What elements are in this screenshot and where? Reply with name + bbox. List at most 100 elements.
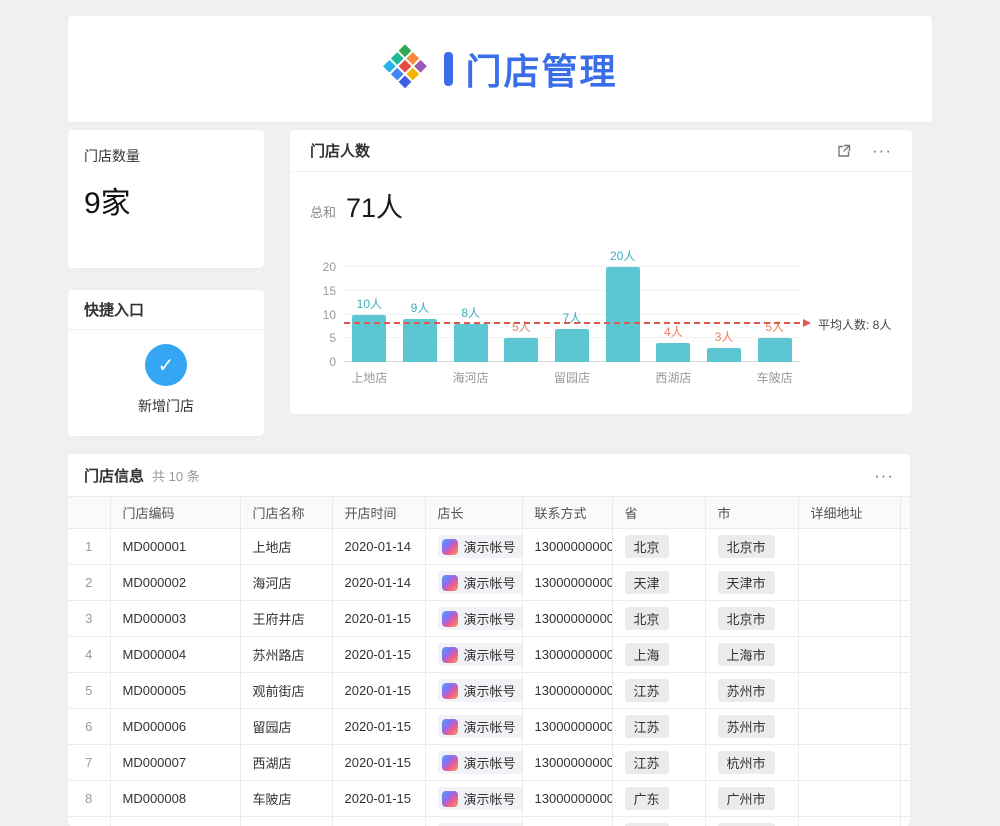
manager-cell: 演示帐号 [425,745,522,781]
city-badge-cell: 广州市 [705,781,798,817]
manager-cell: 演示帐号 [425,673,522,709]
manager-chip[interactable]: 演示帐号 [438,607,523,630]
x-axis-label: 车陂店 [737,369,812,386]
bar[interactable] [504,338,538,362]
open-date: 2020-01-14 [332,565,425,601]
x-axis-label: 上地店 [332,369,407,386]
open-date: 2020-01-15 [332,601,425,637]
check-badge-icon[interactable]: ✓ [145,344,187,386]
table-more-icon[interactable]: ··· [874,467,894,484]
y-axis-tick: 0 [312,356,336,368]
column-header[interactable]: 开店时间 [332,497,425,529]
manager-chip[interactable]: 演示帐号 [438,535,523,558]
phone: 13000000000 [522,529,612,565]
province-badge: 北京 [625,607,669,630]
average-line-label: 平均人数: 8人 [818,316,891,333]
column-header[interactable]: 联系方式 [522,497,612,529]
manager-cell: 演示帐号 [425,565,522,601]
row-sliver [900,601,910,637]
bar[interactable] [555,329,589,362]
address [798,601,900,637]
bar[interactable] [758,338,792,362]
store-code: MD000001 [110,529,240,565]
column-header[interactable]: 门店编码 [110,497,240,529]
sum-value: 71人 [346,186,403,225]
table-row[interactable]: 6MD000006留园店2020-01-15演示帐号13000000000江苏苏… [68,709,910,745]
province-badge-cell: 广东 [612,781,705,817]
manager-name: 演示帐号 [464,753,516,772]
column-header[interactable]: 市 [705,497,798,529]
column-header[interactable]: 省 [612,497,705,529]
average-line-arrow-icon [803,319,811,327]
column-header[interactable]: 店长 [425,497,522,529]
open-date: 2020-01-15 [332,745,425,781]
province-badge-cell: 江苏 [612,709,705,745]
store-code: MD000002 [110,565,240,601]
city-badge-cell: 杭州市 [705,745,798,781]
address [798,565,900,601]
store-code: MD000008 [110,781,240,817]
row-sliver [900,709,910,745]
table-row[interactable]: 1MD000001上地店2020-01-14演示帐号13000000000北京北… [68,529,910,565]
more-icon[interactable]: ··· [872,142,892,159]
bar[interactable] [656,343,690,362]
province-badge: 上海 [625,643,669,666]
manager-chip[interactable]: 演示帐号 [438,571,523,594]
phone: 13000000000 [522,781,612,817]
table-row[interactable]: 9MD000009前埔店2020-01-15演示帐号13000000000福建厦… [68,817,910,826]
row-sliver [900,637,910,673]
store-code: MD000009 [110,817,240,826]
store-name: 海河店 [240,565,332,601]
manager-name: 演示帐号 [464,573,516,592]
table-row[interactable]: 4MD000004苏州路店2020-01-15演示帐号13000000000上海… [68,637,910,673]
table-row[interactable]: 3MD000003王府井店2020-01-15演示帐号13000000000北京… [68,601,910,637]
table-row[interactable]: 7MD000007西湖店2020-01-15演示帐号13000000000江苏杭… [68,745,910,781]
sum-label: 总和 [310,202,336,221]
province-badge: 天津 [625,571,669,594]
bar[interactable] [606,267,640,362]
row-number: 6 [68,709,110,745]
add-store-shortcut[interactable]: ✓ 新增门店 [68,330,264,416]
province-badge: 江苏 [625,751,669,774]
province-badge: 江苏 [625,715,669,738]
manager-chip[interactable]: 演示帐号 [438,643,523,666]
manager-cell: 演示帐号 [425,781,522,817]
column-header[interactable]: 详细地址 [798,497,900,529]
row-number: 9 [68,817,110,826]
store-name: 留园店 [240,709,332,745]
row-number-header [68,497,110,529]
manager-chip[interactable]: 演示帐号 [438,679,523,702]
avatar [442,683,458,699]
bar[interactable] [707,348,741,362]
bar-value-label: 5人 [739,318,810,335]
x-axis-label: 海河店 [433,369,508,386]
store-code: MD000003 [110,601,240,637]
y-axis-tick: 20 [312,261,336,273]
title-accent-bar [444,52,453,86]
row-number: 1 [68,529,110,565]
manager-chip[interactable]: 演示帐号 [438,751,523,774]
export-icon[interactable] [836,143,852,159]
city-badge-cell: 厦门市 [705,817,798,826]
bar[interactable] [454,324,488,362]
city-badge-cell: 天津市 [705,565,798,601]
table-row[interactable]: 2MD000002海河店2020-01-14演示帐号13000000000天津天… [68,565,910,601]
row-sliver [900,673,910,709]
city-badge-cell: 苏州市 [705,709,798,745]
y-axis-tick: 10 [312,309,336,321]
manager-name: 演示帐号 [464,789,516,808]
table-row[interactable]: 8MD000008车陂店2020-01-15演示帐号13000000000广东广… [68,781,910,817]
column-header[interactable]: 门店名称 [240,497,332,529]
avatar [442,647,458,663]
city-badge: 广州市 [718,787,775,810]
province-badge-cell: 北京 [612,601,705,637]
city-badge-cell: 上海市 [705,637,798,673]
table-row[interactable]: 5MD000005观前街店2020-01-15演示帐号13000000000江苏… [68,673,910,709]
manager-chip[interactable]: 演示帐号 [438,787,523,810]
bar[interactable] [403,319,437,362]
province-badge-cell: 上海 [612,637,705,673]
manager-cell: 演示帐号 [425,637,522,673]
avatar [442,755,458,771]
city-badge: 苏州市 [718,715,775,738]
manager-chip[interactable]: 演示帐号 [438,715,523,738]
